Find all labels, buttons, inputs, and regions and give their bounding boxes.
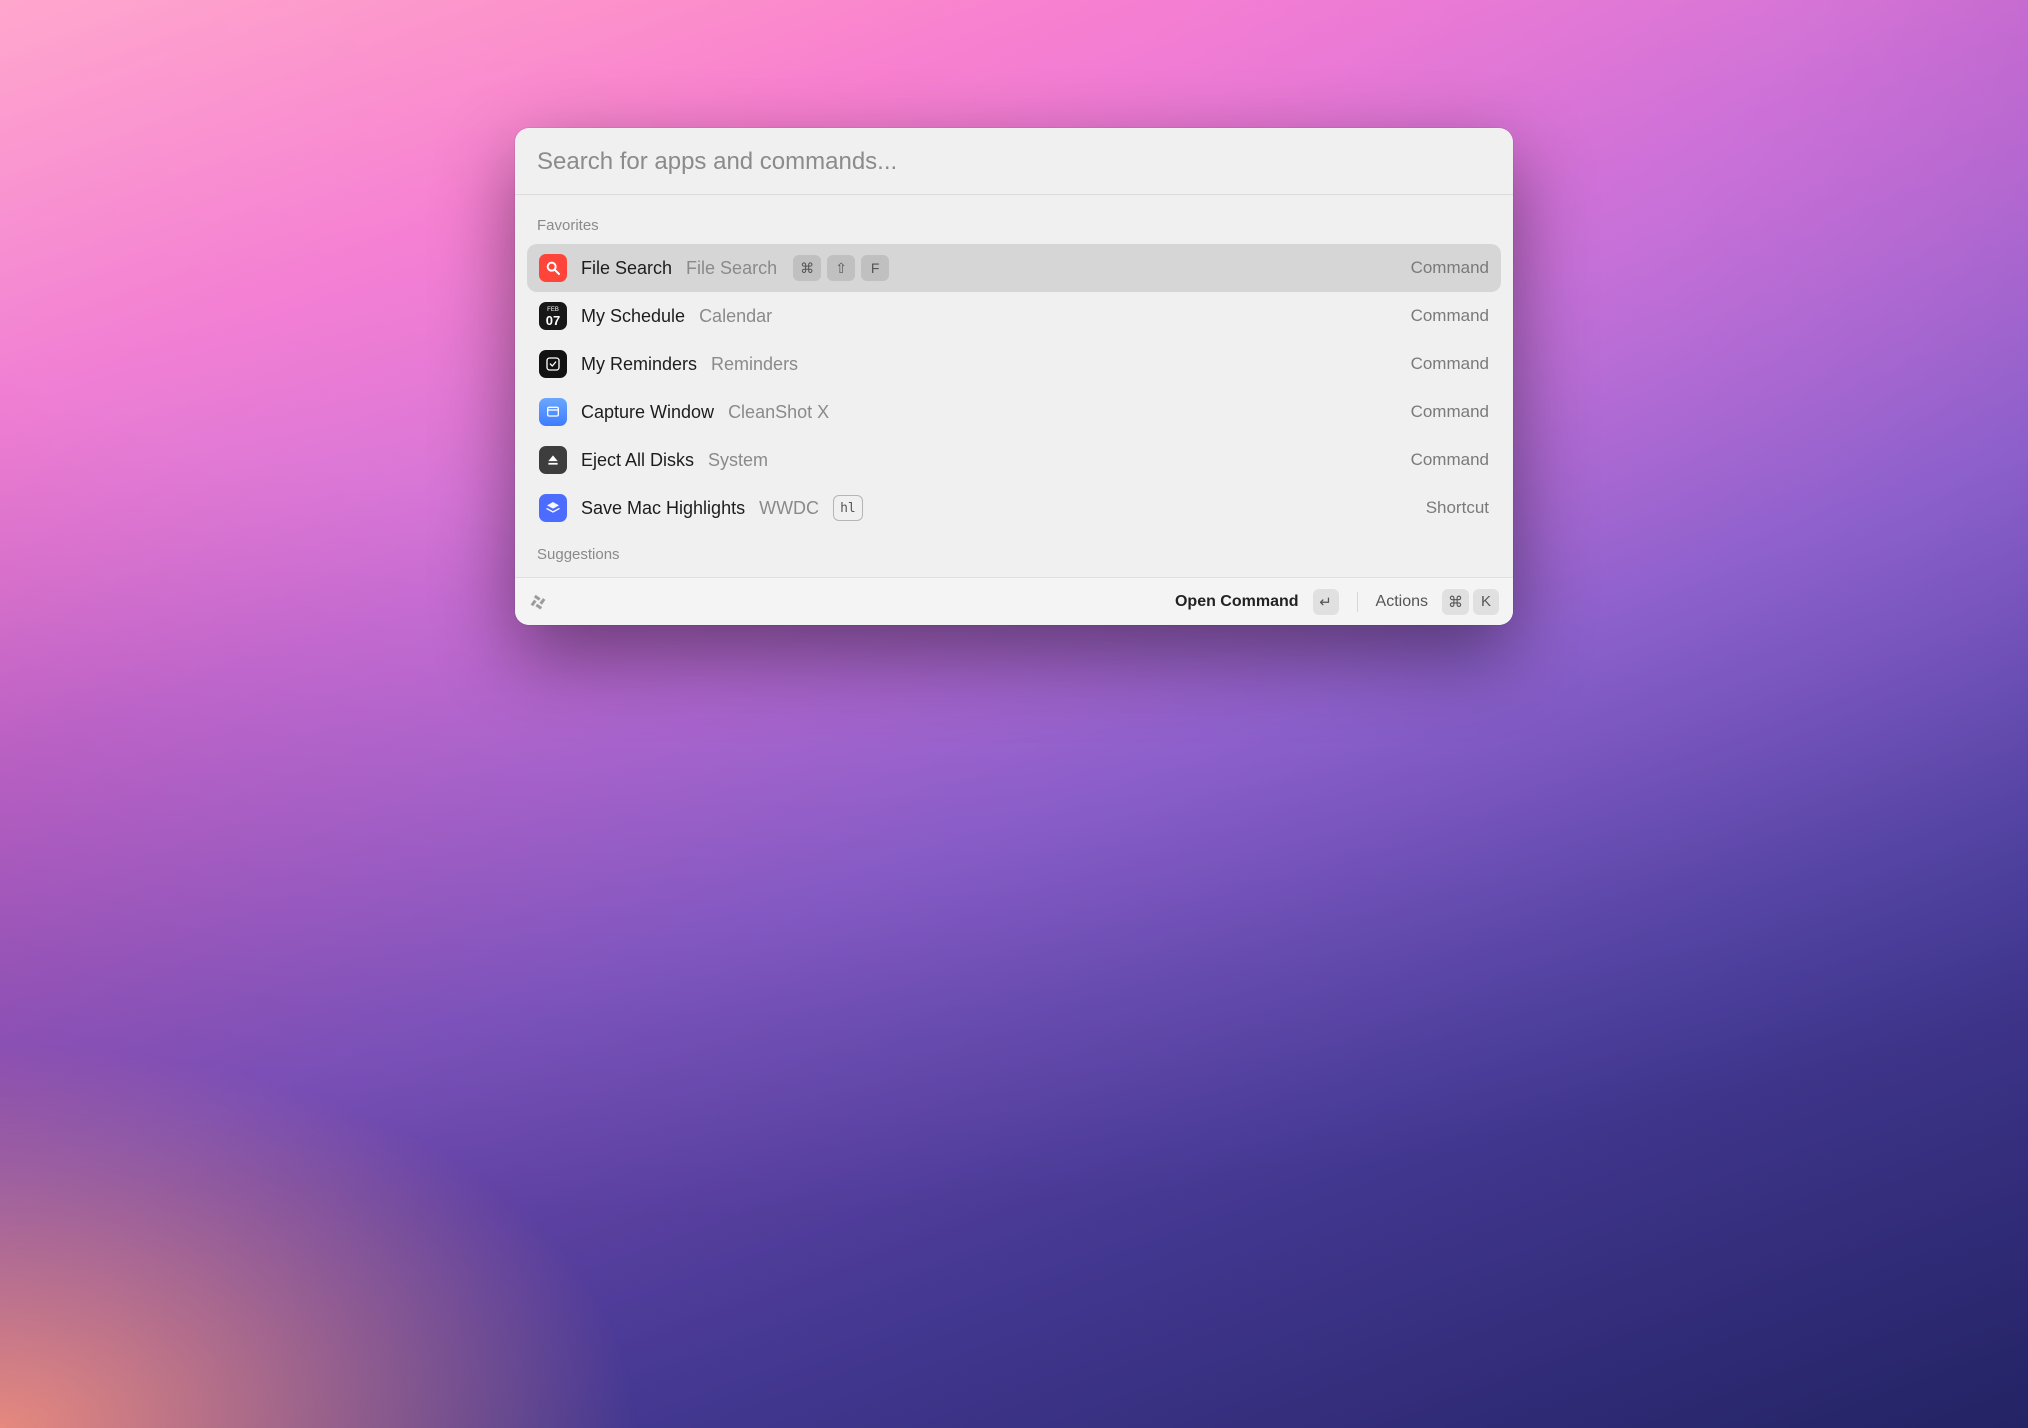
result-row-file-search[interactable]: File Search File Search ⌘ ⇧ F Command — [527, 244, 1501, 292]
result-type: Command — [1411, 450, 1489, 470]
checkbox-icon — [539, 350, 567, 378]
result-subtitle: CleanShot X — [728, 402, 829, 423]
search-input[interactable] — [537, 148, 1491, 176]
raycast-logo-icon — [528, 591, 551, 612]
search-icon — [539, 254, 567, 282]
layers-icon — [539, 494, 567, 522]
result-type: Command — [1411, 354, 1489, 374]
result-row-my-schedule[interactable]: FEB 07 My Schedule Calendar Command — [527, 292, 1501, 340]
result-title: Save Mac Highlights — [581, 498, 745, 519]
search-row — [515, 128, 1513, 195]
result-title: Capture Window — [581, 402, 714, 423]
actions-hotkey[interactable]: ⌘ K — [1442, 589, 1499, 615]
result-row-eject-all-disks[interactable]: Eject All Disks System Command — [527, 436, 1501, 484]
calendar-icon: FEB 07 — [539, 302, 567, 330]
calendar-day: 07 — [546, 314, 560, 327]
footer-bar: Open Command ↵ Actions ⌘ K — [515, 577, 1513, 625]
eject-icon — [539, 446, 567, 474]
result-row-my-reminders[interactable]: My Reminders Reminders Command — [527, 340, 1501, 388]
hotkey-key: ⇧ — [827, 255, 855, 281]
enter-key-icon[interactable]: ↵ — [1313, 589, 1339, 615]
result-subtitle: File Search — [686, 258, 777, 279]
open-command-label: Open Command — [1175, 593, 1299, 611]
command-palette: Favorites File Search File Search ⌘ ⇧ F … — [515, 128, 1513, 625]
result-title: File Search — [581, 258, 672, 279]
result-title: Eject All Disks — [581, 450, 694, 471]
divider — [1357, 592, 1358, 612]
window-icon — [539, 398, 567, 426]
result-title: My Schedule — [581, 306, 685, 327]
result-type: Command — [1411, 306, 1489, 326]
section-header-favorites: Favorites — [527, 203, 1501, 244]
hotkey-key: ⌘ — [1442, 589, 1469, 615]
hotkey-key: K — [1473, 589, 1499, 615]
result-hotkey: ⌘ ⇧ F — [793, 255, 889, 281]
result-subtitle: Calendar — [699, 306, 772, 327]
result-subtitle: WWDC — [759, 498, 819, 519]
result-row-save-mac-highlights[interactable]: Save Mac Highlights WWDC hl Shortcut — [527, 484, 1501, 532]
actions-label[interactable]: Actions — [1376, 593, 1428, 611]
result-type: Command — [1411, 402, 1489, 422]
results-body: Favorites File Search File Search ⌘ ⇧ F … — [515, 195, 1513, 577]
result-badge: hl — [833, 495, 863, 521]
result-subtitle: System — [708, 450, 768, 471]
hotkey-key: ⌘ — [793, 255, 821, 281]
result-title: My Reminders — [581, 354, 697, 375]
hotkey-key: F — [861, 255, 889, 281]
result-subtitle: Reminders — [711, 354, 798, 375]
section-header-suggestions: Suggestions — [527, 532, 1501, 573]
result-row-capture-window[interactable]: Capture Window CleanShot X Command — [527, 388, 1501, 436]
result-type: Shortcut — [1426, 498, 1489, 518]
result-type: Command — [1411, 258, 1489, 278]
